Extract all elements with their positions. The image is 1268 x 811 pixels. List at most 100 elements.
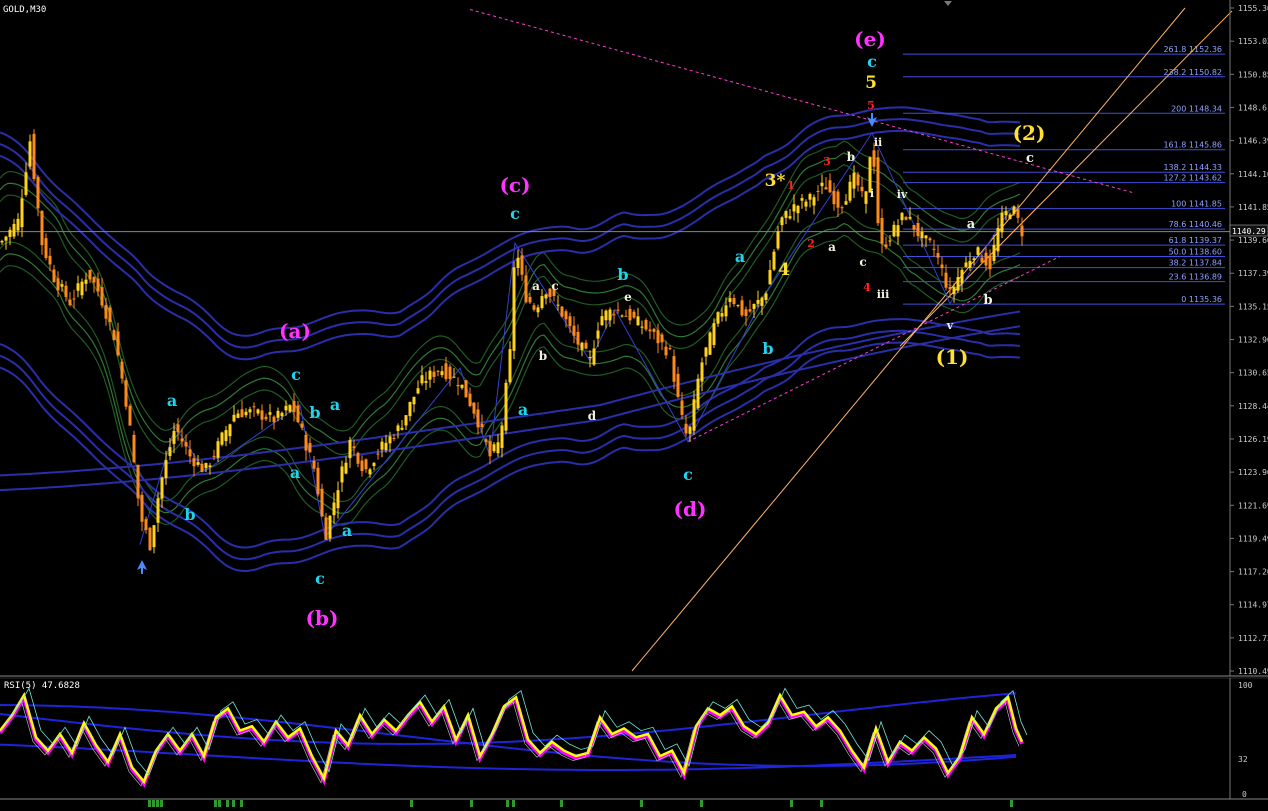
candle-body [536, 307, 540, 313]
candle-body [532, 305, 536, 310]
price-tick-label: 1119.49 [1238, 534, 1268, 543]
candle-body [248, 409, 252, 413]
candle-body [684, 423, 688, 434]
candle-body [212, 455, 216, 457]
wave-label: a [735, 247, 745, 266]
candle-body [164, 460, 168, 478]
candle-body [980, 257, 984, 263]
candle-body [1000, 212, 1004, 233]
wave-label: i [870, 187, 874, 200]
candle-body [392, 438, 396, 440]
candle-body [644, 319, 648, 330]
candle-body [424, 381, 428, 383]
price-tick-label: 1146.39 [1238, 137, 1268, 146]
candle-body [468, 393, 472, 407]
wave-label: a [828, 240, 836, 254]
candle-body [804, 201, 808, 207]
candle-body [112, 330, 116, 341]
candle-body [972, 258, 976, 261]
price-tick-label: 1126.19 [1238, 435, 1268, 444]
histogram-bar [640, 800, 643, 807]
candle-body [220, 432, 224, 445]
candle-body [280, 412, 284, 417]
candle-body [856, 174, 860, 186]
wave-label: b [539, 349, 547, 363]
histogram-bar [1010, 800, 1013, 807]
candle-body [704, 347, 708, 357]
candle-body [292, 401, 296, 413]
candle-body [136, 464, 140, 499]
candle-body [340, 466, 344, 483]
candle-body [724, 305, 728, 317]
candle-body [252, 406, 256, 408]
candle-body [516, 257, 520, 268]
candle-body [188, 449, 192, 457]
chart-svg: 261.8 1152.36238.2 1150.82200 1148.34161… [0, 0, 1268, 807]
histogram-bar [160, 800, 163, 807]
candle-body [596, 330, 600, 339]
candle-body [736, 304, 740, 306]
candle-body [244, 411, 248, 416]
candle-body [652, 328, 656, 332]
wave-label: (e) [854, 27, 886, 51]
candle-body [464, 380, 468, 398]
candle-body [288, 405, 292, 412]
candle-body [884, 244, 888, 248]
candle-body [400, 427, 404, 430]
histogram-bar [560, 800, 563, 807]
candle-body [1016, 209, 1020, 218]
fib-level-label: 0 1135.36 [1181, 295, 1222, 304]
histogram-bar [790, 800, 793, 807]
wave-label: a [290, 463, 300, 482]
candle-body [496, 442, 500, 454]
candle-body [568, 316, 572, 327]
wave-label: (d) [674, 497, 707, 521]
fib-level-label: 78.6 1140.46 [1169, 220, 1222, 229]
histogram-bar [470, 800, 473, 807]
candle-body [104, 305, 108, 319]
candle-body [396, 425, 400, 432]
candle-body [932, 248, 936, 250]
candle-body [232, 414, 236, 422]
candle-body [948, 286, 952, 290]
candle-body [792, 204, 796, 212]
candle-body [428, 370, 432, 380]
candle-body [844, 201, 848, 205]
candle-body [1004, 211, 1008, 216]
candle-body [264, 416, 268, 420]
candle-body [116, 331, 120, 356]
candle-body [968, 260, 972, 269]
fib-level-label: 161.8 1145.86 [1163, 141, 1222, 150]
wave-label: (c) [499, 173, 530, 197]
candle-body [228, 424, 232, 437]
candle-body [372, 462, 376, 466]
candle-body [432, 371, 436, 377]
rsi-tick-100: 100 [1238, 681, 1253, 690]
candle-body [904, 216, 908, 220]
candle-body [600, 316, 604, 326]
price-tick-label: 1121.69 [1238, 501, 1268, 510]
candle-body [888, 240, 892, 242]
rsi-tick-32: 32 [1238, 755, 1248, 764]
candle-body [784, 210, 788, 218]
current-price-label: 1140.29 [1232, 227, 1266, 236]
price-tick-label: 1130.65 [1238, 369, 1268, 378]
price-tick-label: 1144.16 [1238, 170, 1268, 179]
candle-body [636, 316, 640, 326]
candle-body [152, 525, 156, 548]
candle-body [256, 409, 260, 414]
candle-body [740, 300, 744, 316]
candle-body [160, 477, 164, 499]
candle-body [820, 182, 824, 187]
candle-body [380, 441, 384, 450]
candle-body [356, 452, 360, 464]
candle-body [332, 502, 336, 516]
candle-body [508, 349, 512, 383]
candle-body [444, 363, 448, 380]
fib-level-label: 50.0 1138.60 [1169, 247, 1222, 256]
candle-body [996, 227, 1000, 252]
candle-body [864, 191, 868, 204]
candle-body [488, 441, 492, 457]
candle-body [276, 410, 280, 418]
candle-body [388, 436, 392, 444]
